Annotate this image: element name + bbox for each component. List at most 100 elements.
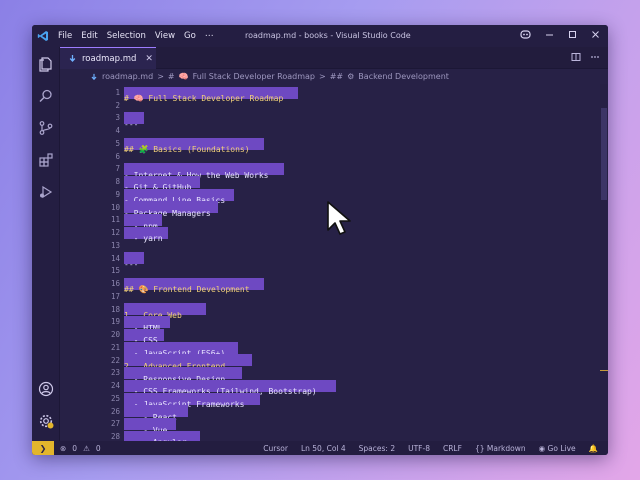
editor-line[interactable]: 20 - CSS [60, 328, 600, 345]
line-number: 1 [115, 87, 120, 97]
run-debug-icon[interactable] [38, 184, 54, 200]
remote-icon[interactable]: ❯ [32, 441, 54, 455]
line-number: 15 [110, 266, 120, 276]
editor-line[interactable]: 5 ## 🧩 Basics (Foundations) [60, 137, 600, 154]
line-number: 19 [110, 317, 120, 327]
indentation[interactable]: Spaces: 2 [359, 444, 395, 453]
line-number: 27 [110, 419, 120, 429]
more-actions-icon[interactable] [590, 52, 600, 62]
line-content: - HTML [124, 316, 170, 333]
warnings-icon[interactable]: ⚠ [83, 444, 90, 453]
go-live-label: Go Live [547, 443, 576, 453]
line-content: ## 🎨 Frontend Development [124, 277, 264, 294]
explorer-icon[interactable] [38, 56, 54, 72]
line-endings[interactable]: CRLF [443, 444, 462, 453]
editor-line[interactable]: 6 [60, 150, 600, 163]
editor-line[interactable]: 26 - React [60, 405, 600, 422]
extensions-icon[interactable] [38, 152, 54, 168]
editor-line[interactable]: 3 --- [60, 112, 600, 129]
cursor-position[interactable]: Ln 50, Col 4 [301, 444, 346, 453]
breadcrumb-file[interactable]: roadmap.md [102, 72, 153, 81]
line-number: 18 [110, 304, 120, 314]
go-live-button[interactable]: ◉ Go Live [539, 444, 576, 453]
breadcrumb-heading-1[interactable]: Full Stack Developer Roadmap [193, 72, 315, 81]
menu-go[interactable]: Go [184, 31, 196, 41]
editor-line[interactable]: 16 ## 🎨 Frontend Development [60, 277, 600, 294]
menu-selection[interactable]: Selection [107, 31, 146, 41]
editor-line[interactable]: 7 - Internet & How the Web Works [60, 163, 600, 180]
line-content: - JavaScript (ES6+) [124, 341, 238, 358]
line-number: 2 [115, 100, 120, 110]
line-number: 5 [115, 138, 120, 148]
minimize-icon[interactable] [545, 30, 554, 42]
menu-more[interactable]: ⋯ [205, 31, 214, 41]
line-number: 28 [110, 432, 120, 441]
line-number: 23 [110, 368, 120, 378]
maximize-icon[interactable] [568, 30, 577, 42]
line-content: - React [124, 405, 188, 422]
line-number: 12 [110, 228, 120, 238]
encoding[interactable]: UTF-8 [408, 444, 430, 453]
line-content: - JavaScript Frameworks [124, 392, 260, 409]
line-number: 14 [110, 253, 120, 263]
warning-count[interactable]: 0 [96, 444, 101, 453]
title-bar: File Edit Selection View Go ⋯ roadmap.md… [32, 25, 608, 47]
breadcrumb: roadmap.md > # 🧠 Full Stack Developer Ro… [60, 69, 608, 84]
line-content: - yarn [124, 226, 168, 243]
copilot-icon[interactable] [520, 29, 531, 42]
editor-line[interactable]: 15 [60, 265, 600, 278]
editor-tabs: roadmap.md ✕ [60, 47, 608, 69]
editor-line[interactable]: 21 - JavaScript (ES6+) [60, 341, 600, 358]
close-window-icon[interactable] [591, 30, 600, 42]
editor-line[interactable]: 28 - Angular [60, 430, 600, 441]
editor-pane[interactable]: 1 # 🧠 Full Stack Developer Roadmap 2 3 --- 4 5… [60, 84, 608, 441]
mouse-pointer-icon [327, 201, 351, 235]
settings-gear-icon[interactable] [38, 413, 54, 429]
editor-line[interactable]: 18 1. Core Web [60, 303, 600, 320]
line-content: - Command Line Basics [124, 188, 234, 205]
notifications-bell-icon[interactable]: 🔔 [589, 444, 598, 453]
menu-view[interactable]: View [155, 31, 175, 41]
menu-edit[interactable]: Edit [81, 31, 97, 41]
open-preview-icon[interactable] [571, 52, 581, 62]
line-content: - CSS [124, 328, 164, 345]
search-icon[interactable] [38, 88, 54, 104]
tab-close-icon[interactable]: ✕ [145, 54, 153, 64]
account-icon[interactable] [38, 381, 54, 397]
editor-line[interactable]: 22 2. Advanced Frontend [60, 354, 600, 371]
editor-line[interactable]: 13 [60, 239, 600, 252]
line-number: 13 [110, 240, 120, 250]
editor-line[interactable]: 14 --- [60, 252, 600, 269]
line-content: - Internet & How the Web Works [124, 163, 284, 180]
editor-line[interactable]: 1 # 🧠 Full Stack Developer Roadmap [60, 86, 600, 103]
editor-line[interactable]: 24 - CSS Frameworks (Tailwind, Bootstrap… [60, 379, 600, 396]
editor-scrollbar[interactable] [600, 84, 608, 441]
errors-icon[interactable]: ⊗ [60, 444, 66, 453]
editor-line[interactable]: 27 - Vue [60, 418, 600, 435]
braces-icon: {} [474, 443, 485, 453]
tab-roadmap-md[interactable]: roadmap.md ✕ [60, 47, 156, 69]
line-content: - npm [124, 214, 162, 231]
scrollbar-thumb[interactable] [601, 108, 607, 200]
menu-bar: File Edit Selection View Go ⋯ [58, 31, 213, 41]
line-number: 22 [110, 355, 120, 365]
editor-line[interactable]: 23 - Responsive Design [60, 367, 600, 384]
markdown-file-icon [91, 73, 97, 80]
editor-line[interactable]: 2 [60, 99, 600, 112]
source-control-icon[interactable] [38, 120, 54, 136]
editor-line[interactable]: 8 - Git & GitHub [60, 175, 600, 192]
language-mode[interactable]: {} Markdown [475, 444, 526, 453]
line-number: 21 [110, 342, 120, 352]
cursor-label[interactable]: Cursor [263, 444, 288, 453]
editor-line[interactable]: 17 [60, 290, 600, 303]
error-count[interactable]: 0 [72, 444, 77, 453]
breadcrumb-heading-2[interactable]: Backend Development [358, 72, 449, 81]
menu-file[interactable]: File [58, 31, 72, 41]
editor-line[interactable]: 4 [60, 124, 600, 137]
editor-line[interactable]: 9 - Command Line Basics [60, 188, 600, 205]
line-number: 10 [110, 202, 120, 212]
vscode-window: File Edit Selection View Go ⋯ roadmap.md… [32, 25, 608, 455]
line-number: 9 [115, 189, 120, 199]
editor-line[interactable]: 25 - JavaScript Frameworks [60, 392, 600, 409]
editor-line[interactable]: 19 - HTML [60, 316, 600, 333]
